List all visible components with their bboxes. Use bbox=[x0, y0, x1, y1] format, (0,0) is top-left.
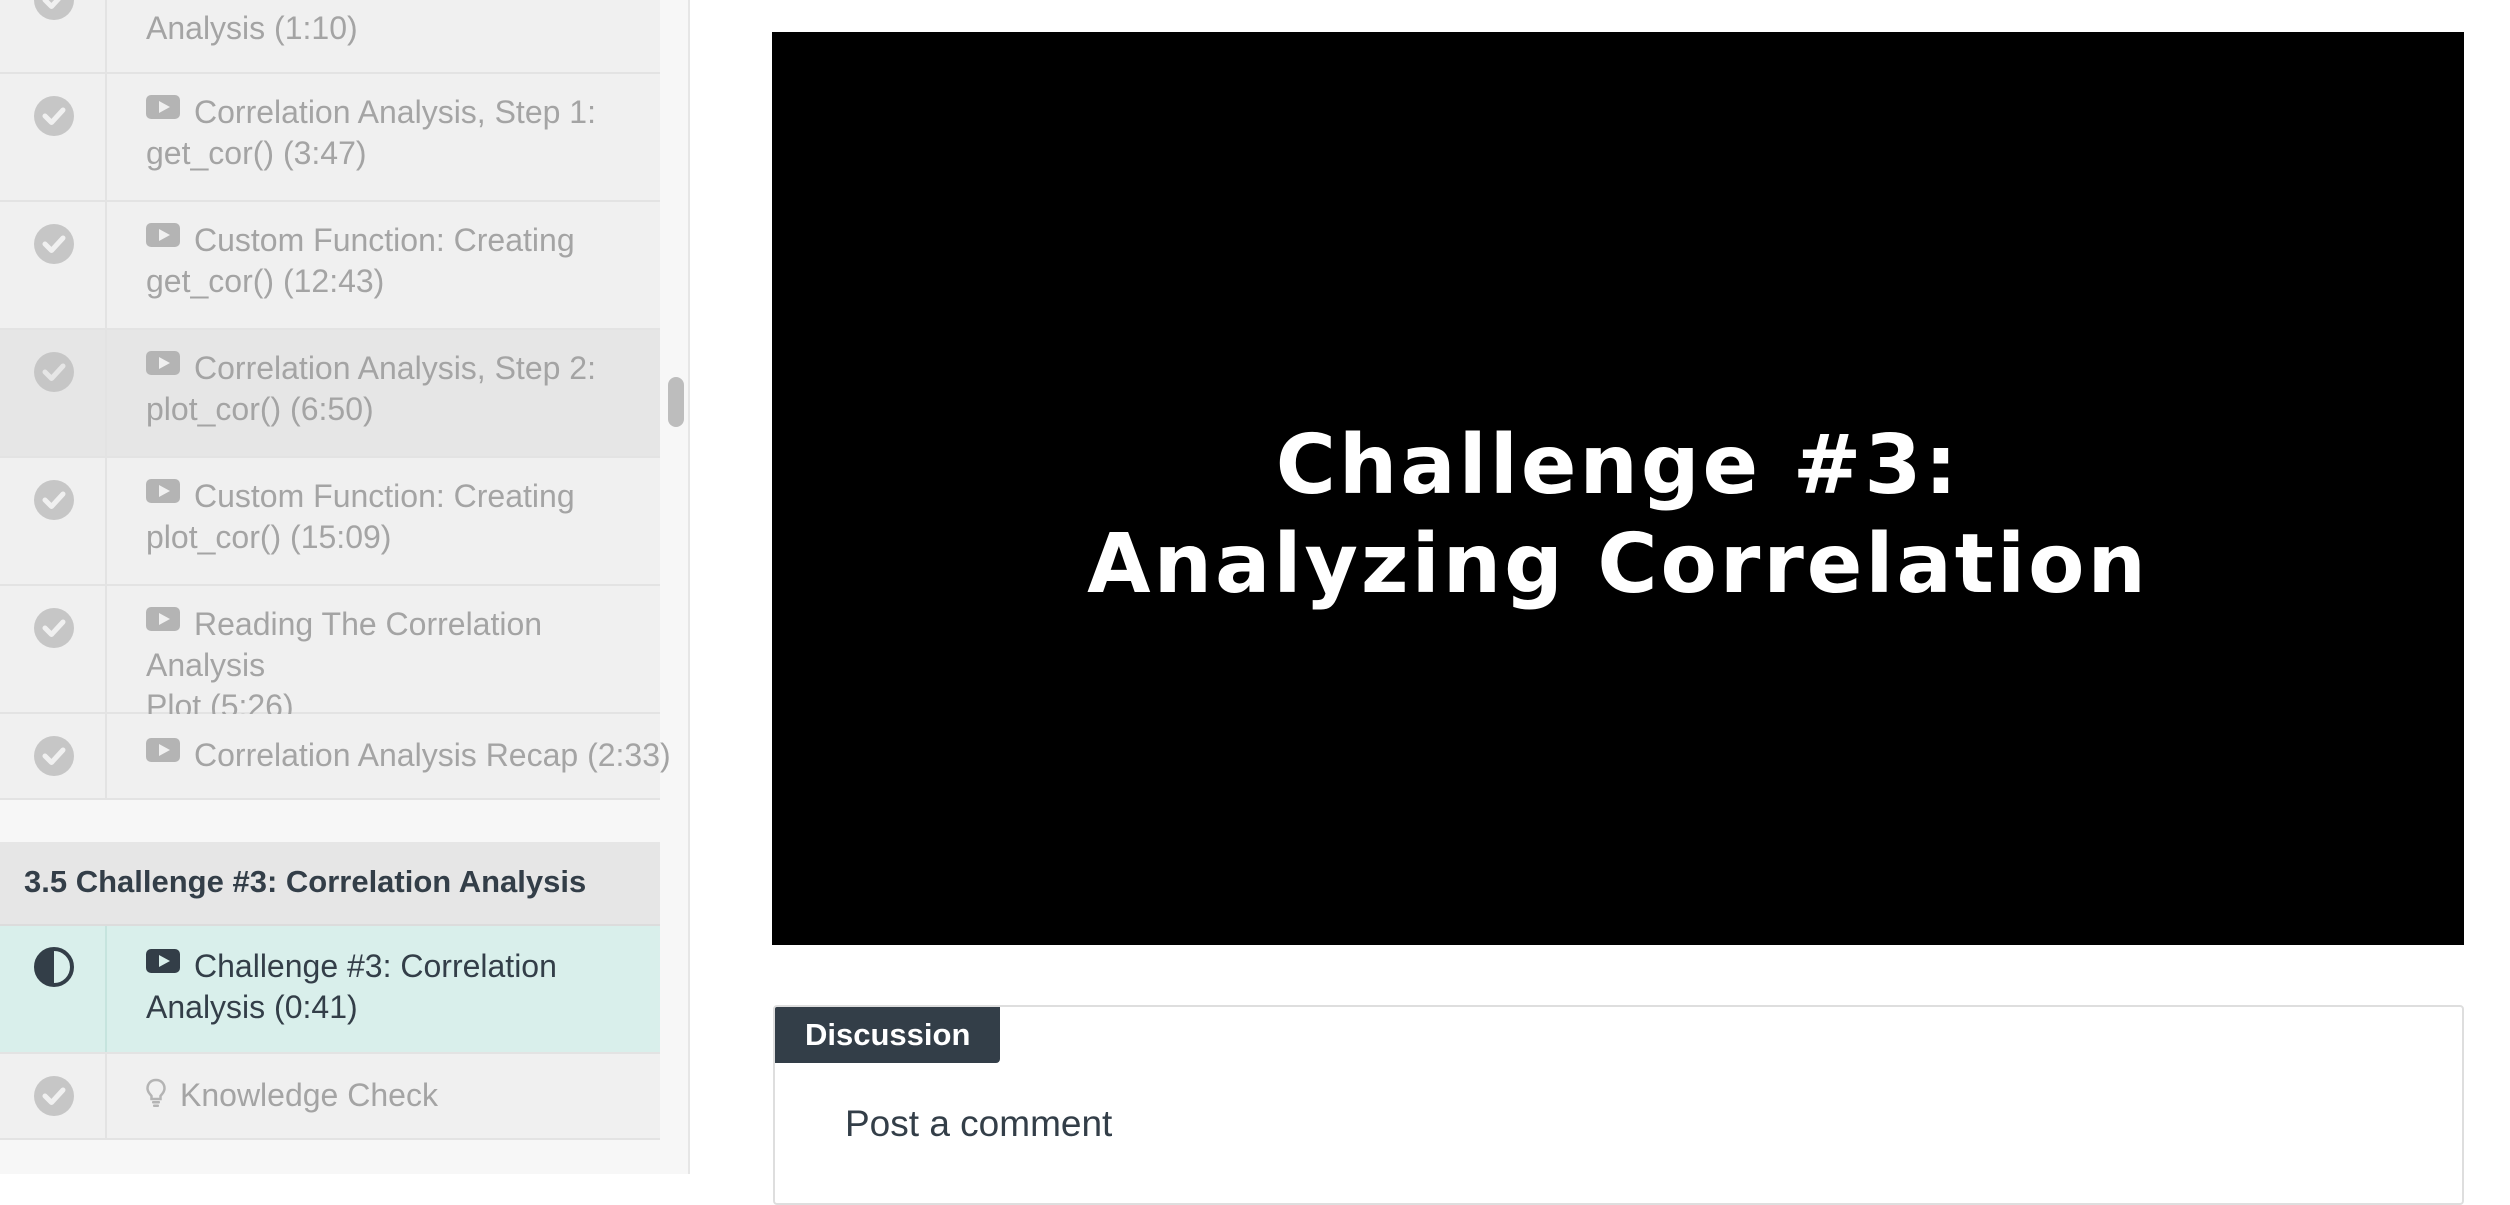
status-cell bbox=[0, 714, 107, 798]
completed-check-icon bbox=[34, 736, 74, 776]
lecture-item[interactable]: Correlation Analysis, Step 1: get_cor() … bbox=[0, 74, 660, 202]
lecture-item[interactable]: Custom Function: Creating get_cor() (12:… bbox=[0, 202, 660, 330]
lecture-title-line: Correlation Analysis, Step 2: bbox=[194, 350, 596, 386]
lecture-item[interactable]: Reading The Correlation Analysis Plot (5… bbox=[0, 586, 660, 724]
lecture-title: Correlation Analysis, Step 1: get_cor() … bbox=[146, 92, 652, 174]
completed-check-icon bbox=[34, 1076, 74, 1116]
lightbulb-icon bbox=[146, 1077, 166, 1118]
lecture-title: Correlation Analysis Recap (2:33) bbox=[146, 735, 671, 776]
video-title-line-2: Analyzing Correlation bbox=[1087, 517, 2149, 612]
lecture-title-line: get_cor() (12:43) bbox=[146, 263, 385, 299]
lecture-title: Custom Function: Creating get_cor() (12:… bbox=[146, 220, 652, 302]
completed-check-icon bbox=[34, 224, 74, 264]
video-icon bbox=[146, 223, 180, 247]
video-icon bbox=[146, 738, 180, 762]
lecture-title: Analysis (1:10) bbox=[146, 8, 652, 49]
status-cell bbox=[0, 0, 107, 72]
lecture-title: Knowledge Check bbox=[146, 1075, 652, 1118]
lecture-title-line: Knowledge Check bbox=[180, 1077, 438, 1113]
lecture-item[interactable]: Custom Function: Creating plot_cor() (15… bbox=[0, 458, 660, 586]
status-cell bbox=[0, 330, 107, 456]
discussion-panel: Discussion Post a comment bbox=[773, 1005, 2464, 1205]
video-icon bbox=[146, 95, 180, 119]
lecture-title-line: Reading The Correlation Analysis bbox=[146, 606, 543, 683]
lecture-title-line: get_cor() (3:47) bbox=[146, 135, 367, 171]
lecture-item-partial[interactable]: Analysis (1:10) bbox=[0, 0, 660, 74]
status-cell bbox=[0, 74, 107, 200]
lecture-item-active[interactable]: Challenge #3: Correlation Analysis (0:41… bbox=[0, 926, 660, 1054]
status-cell bbox=[0, 926, 107, 1052]
video-icon bbox=[146, 479, 180, 503]
completed-check-icon bbox=[34, 480, 74, 520]
section-title: 3.5 Challenge #3: Correlation Analysis bbox=[24, 864, 587, 899]
course-sidebar: Analysis (1:10) Correlation Analysis, St… bbox=[0, 0, 690, 1174]
completed-check-icon bbox=[34, 0, 74, 20]
main-content: Challenge #3: Analyzing Correlation Disc… bbox=[692, 0, 2510, 1205]
lecture-item[interactable]: Correlation Analysis, Step 2: plot_cor()… bbox=[0, 330, 660, 458]
lecture-title: Reading The Correlation Analysis Plot (5… bbox=[146, 604, 652, 727]
video-title-card: Challenge #3: Analyzing Correlation bbox=[772, 416, 2464, 614]
lecture-title: Correlation Analysis, Step 2: plot_cor()… bbox=[146, 348, 652, 430]
lecture-title: Custom Function: Creating plot_cor() (15… bbox=[146, 476, 652, 558]
lecture-title-line: Custom Function: Creating bbox=[194, 222, 575, 258]
discussion-tab[interactable]: Discussion bbox=[775, 1007, 1001, 1063]
lecture-title-line: plot_cor() (15:09) bbox=[146, 519, 392, 555]
video-player[interactable]: Challenge #3: Analyzing Correlation bbox=[772, 32, 2464, 945]
lecture-title-line: Analysis (0:41) bbox=[146, 989, 358, 1025]
post-comment-heading: Post a comment bbox=[845, 1103, 1113, 1144]
sidebar-scrollbar[interactable] bbox=[668, 377, 684, 427]
lecture-title-line: Correlation Analysis Recap (2:33) bbox=[194, 737, 671, 773]
completed-check-icon bbox=[34, 608, 74, 648]
status-cell bbox=[0, 586, 107, 712]
lecture-title: Challenge #3: Correlation Analysis (0:41… bbox=[146, 946, 652, 1028]
status-cell bbox=[0, 202, 107, 328]
completed-check-icon bbox=[34, 352, 74, 392]
status-cell bbox=[0, 1054, 107, 1138]
status-cell bbox=[0, 458, 107, 584]
lecture-title-line: Correlation Analysis, Step 1: bbox=[194, 94, 596, 130]
lecture-title-line: Custom Function: Creating bbox=[194, 478, 575, 514]
lecture-title-line: Analysis (1:10) bbox=[146, 10, 358, 46]
video-icon bbox=[146, 949, 180, 973]
lecture-item[interactable]: Correlation Analysis Recap (2:33) bbox=[0, 714, 671, 800]
in-progress-half-circle-icon bbox=[33, 946, 75, 988]
video-icon bbox=[146, 607, 180, 631]
completed-check-icon bbox=[34, 96, 74, 136]
video-icon bbox=[146, 351, 180, 375]
lecture-item-quiz[interactable]: Knowledge Check bbox=[0, 1054, 660, 1140]
section-header[interactable]: 3.5 Challenge #3: Correlation Analysis bbox=[0, 842, 660, 926]
lecture-title-line: plot_cor() (6:50) bbox=[146, 391, 374, 427]
lecture-title-line: Challenge #3: Correlation bbox=[194, 948, 557, 984]
video-title-line-1: Challenge #3: bbox=[1275, 418, 1961, 513]
